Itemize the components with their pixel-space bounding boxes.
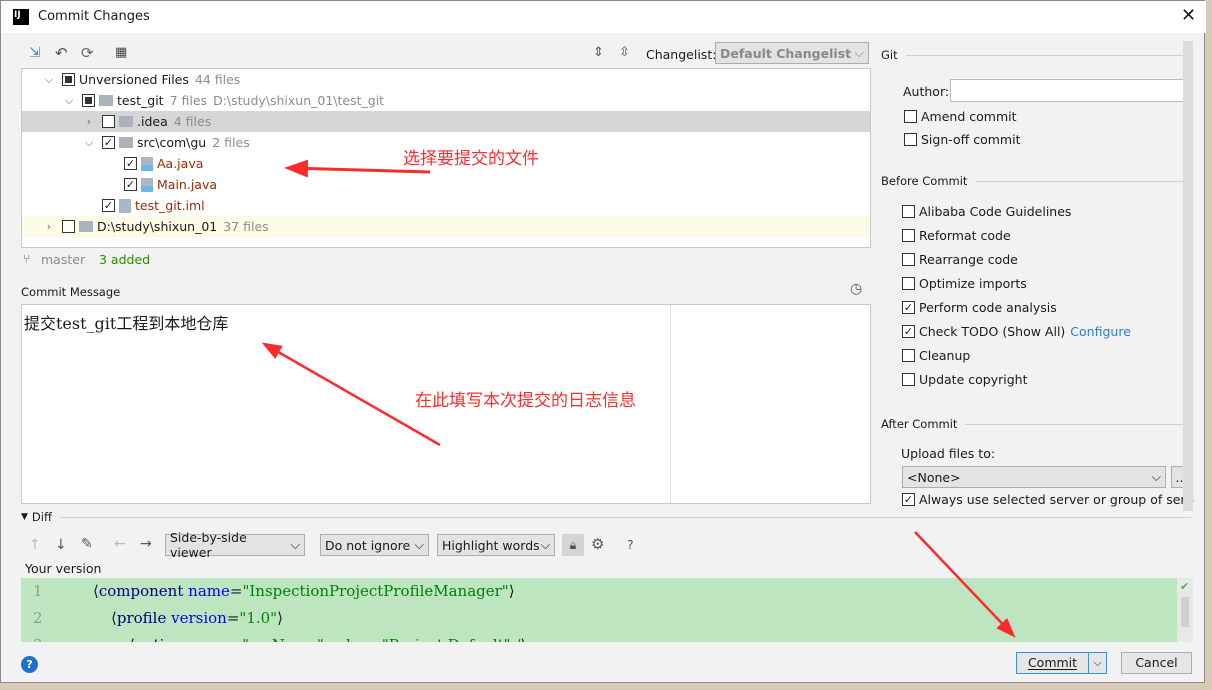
annotation-arrows [261, 159, 1016, 638]
arrow-to-commit [914, 531, 1016, 638]
arrow-to-message [261, 342, 441, 447]
arrow-to-files [284, 159, 431, 178]
